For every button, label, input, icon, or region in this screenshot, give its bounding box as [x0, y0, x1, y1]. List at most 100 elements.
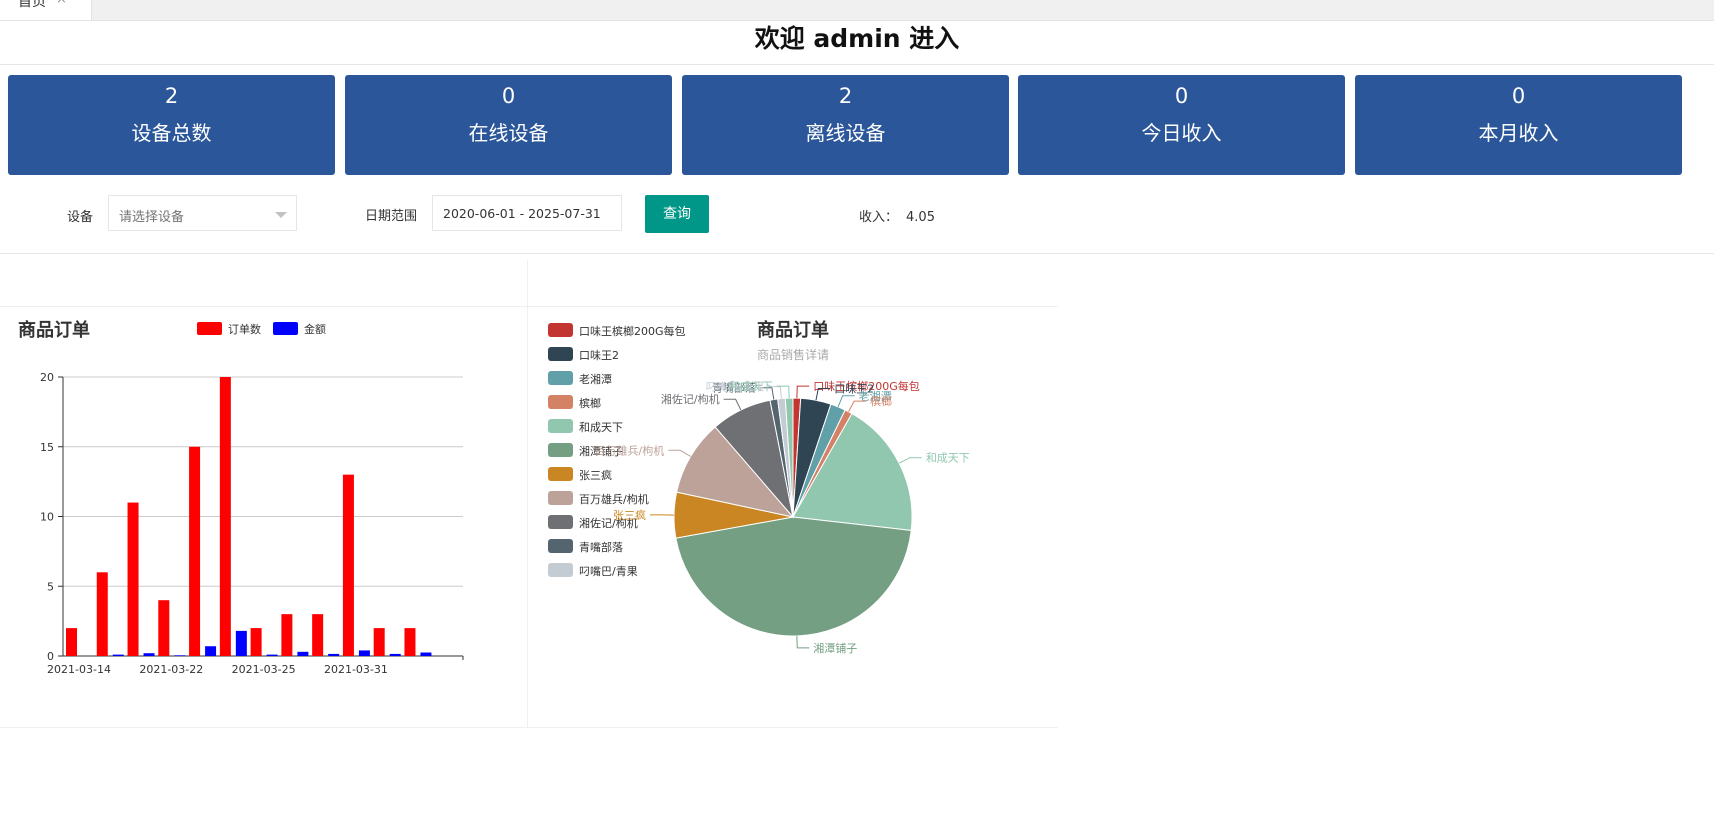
legend-swatch-orders[interactable]: [197, 322, 222, 335]
bar-amount[interactable]: [112, 654, 124, 656]
income-label: 收入：: [859, 210, 899, 225]
device-label: 设备: [67, 210, 94, 225]
legend-item-label: 叼嘴巴/青果: [579, 565, 638, 578]
bar-orders[interactable]: [373, 628, 385, 656]
date-range-label: 日期范围: [365, 209, 418, 224]
legend-item-label: 青嘴部落: [579, 540, 623, 554]
legend-swatch[interactable]: [548, 563, 573, 577]
pie-slice-label: 和成天下: [729, 380, 773, 393]
bar-orders[interactable]: [342, 474, 354, 656]
legend-swatch[interactable]: [548, 515, 573, 529]
stat-card-month-income: 0 本月收入: [1355, 75, 1682, 175]
pie-label-line: [898, 457, 922, 464]
legend-swatch[interactable]: [548, 419, 573, 433]
x-tick-label: 2021-03-22: [139, 663, 203, 676]
legend-swatch-amount[interactable]: [273, 322, 298, 335]
bar-orders[interactable]: [281, 614, 293, 656]
bar-orders[interactable]: [158, 600, 170, 656]
y-tick-label: 20: [40, 371, 54, 384]
pie-label-line: [723, 398, 742, 411]
pie-slice-label: 槟榔: [870, 394, 892, 408]
legend-item-label: 百万雄兵/枸机: [579, 492, 649, 506]
bar-orders[interactable]: [404, 628, 416, 656]
pie-label-line: [668, 449, 691, 457]
legend-swatch[interactable]: [548, 347, 573, 361]
bar-orders[interactable]: [66, 628, 77, 656]
bar-amount[interactable]: [205, 646, 217, 656]
legend-item-label: 老湘潭: [579, 372, 612, 386]
legend-swatch[interactable]: [548, 491, 573, 505]
legend-item-label: 张三疯: [579, 468, 612, 482]
legend-item-label: 槟榔: [579, 396, 601, 410]
bar-orders[interactable]: [127, 502, 139, 656]
stat-label: 本月收入: [1478, 121, 1559, 145]
legend-swatch[interactable]: [548, 323, 573, 337]
device-select-placeholder: 请选择设备: [119, 210, 185, 225]
bar-amount[interactable]: [297, 651, 309, 656]
pie-slice-label: 张三疯: [613, 508, 646, 522]
x-tick-label: 2021-03-25: [232, 663, 296, 676]
bar-amount[interactable]: [420, 652, 432, 656]
pie-chart-title: 商品订单: [757, 319, 829, 341]
stat-card-online-devices: 0 在线设备: [345, 75, 672, 175]
pie-chart-subtitle: 商品销售详请: [757, 347, 829, 362]
pie-chart: 商品订单 商品销售详请 口味王槟榔200G每包口味王2老湘潭槟榔和成天下湘潭铺子…: [548, 319, 970, 655]
stat-label: 在线设备: [468, 121, 549, 145]
y-tick-label: 0: [47, 650, 54, 663]
bar-chart: 商品订单 订单数 金额 0 5 10 15 20 2021-03-14 2021-03-2…: [18, 319, 464, 676]
bar-amount[interactable]: [389, 653, 401, 656]
stat-value: 2: [164, 84, 179, 108]
legend-orders-label: 订单数: [228, 323, 261, 336]
stat-label: 今日收入: [1141, 121, 1222, 145]
bar-orders[interactable]: [250, 628, 262, 656]
legend-amount-label: 金额: [304, 322, 326, 336]
legend-item-label: 和成天下: [579, 421, 623, 434]
y-tick-label: 15: [40, 441, 54, 454]
legend-swatch[interactable]: [548, 467, 573, 481]
income-value: 4.05: [906, 210, 935, 225]
tab-bar: 首页 ×: [0, 0, 1714, 21]
stat-value: 2: [838, 84, 853, 108]
pie-slice-label: 和成天下: [926, 452, 970, 465]
bar-amount[interactable]: [266, 654, 278, 656]
pie-label-line: [796, 385, 810, 399]
stat-value: 0: [1174, 84, 1189, 108]
tab-home[interactable]: 首页 ×: [0, 0, 92, 20]
stat-card-device-total: 2 设备总数: [8, 75, 335, 175]
pie-label-line: [776, 385, 790, 399]
stat-label: 设备总数: [131, 121, 212, 145]
bar-amount[interactable]: [143, 653, 155, 656]
date-range-input[interactable]: 2020-06-01 - 2025-07-31: [432, 195, 622, 231]
device-select[interactable]: 请选择设备: [108, 195, 297, 231]
bar-chart-title: 商品订单: [18, 319, 90, 341]
bar-amount[interactable]: [328, 653, 340, 656]
legend-item-label: 口味王槟榔200G每包: [579, 324, 686, 338]
close-icon[interactable]: ×: [56, 0, 67, 7]
stat-label: 离线设备: [805, 121, 886, 145]
pie-slice[interactable]: [675, 516, 912, 637]
legend-swatch[interactable]: [548, 395, 573, 409]
bar-orders[interactable]: [219, 377, 231, 656]
pie-slice-label: 湘佐记/枸机: [661, 392, 720, 406]
panel-header-divider: [0, 306, 1058, 307]
stat-card-offline-devices: 2 离线设备: [682, 75, 1009, 175]
bar-orders[interactable]: [312, 614, 324, 656]
section-divider: [0, 253, 1714, 254]
bar-amount[interactable]: [235, 630, 247, 656]
stat-value: 0: [1511, 84, 1526, 108]
date-range-value: 2020-06-01 - 2025-07-31: [443, 206, 601, 221]
panel-bottom-divider: [0, 727, 1058, 728]
bar-amount[interactable]: [174, 655, 186, 656]
pie-slice-label: 百万雄兵/枸机: [595, 443, 665, 457]
bar-orders[interactable]: [189, 446, 201, 656]
bar-amount[interactable]: [358, 650, 370, 656]
legend-swatch[interactable]: [548, 443, 573, 457]
chevron-down-icon: [275, 212, 287, 218]
stat-value: 0: [501, 84, 516, 108]
legend-swatch[interactable]: [548, 371, 573, 385]
welcome-title: 欢迎 admin 进入: [0, 20, 1714, 65]
query-button[interactable]: 查询: [645, 195, 709, 233]
pie-slice-label: 湘潭铺子: [813, 641, 857, 655]
legend-swatch[interactable]: [548, 539, 573, 553]
bar-orders[interactable]: [96, 572, 108, 656]
